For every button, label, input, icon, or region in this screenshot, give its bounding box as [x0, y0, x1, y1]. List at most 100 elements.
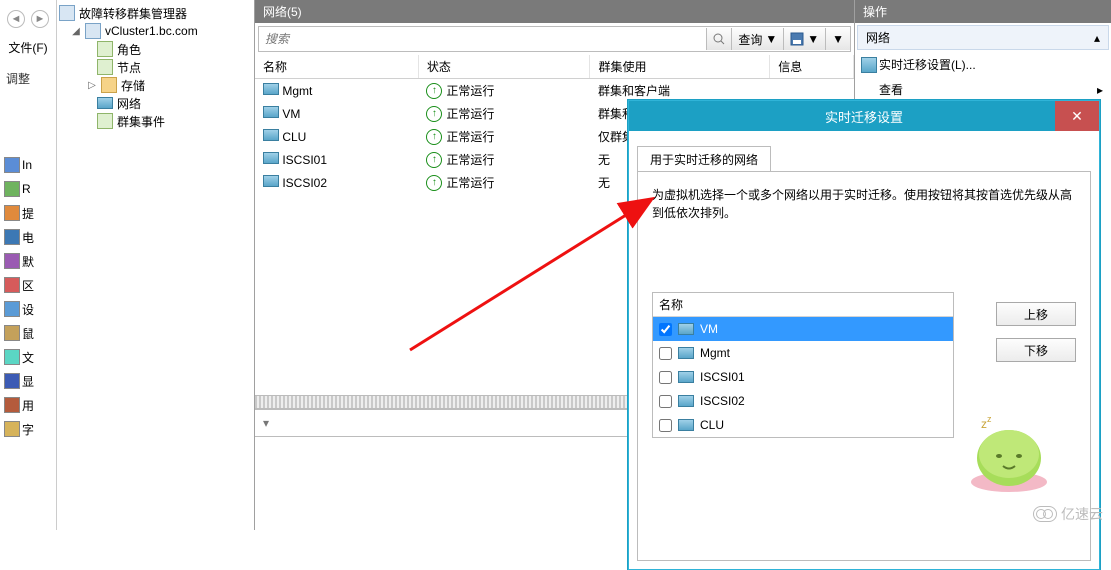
back-icon[interactable]: ◄ — [7, 10, 25, 28]
search-clear[interactable] — [706, 28, 731, 50]
forward-icon[interactable]: ► — [31, 10, 49, 28]
chevron-down-icon: ▼ — [807, 32, 819, 46]
quick-item[interactable]: In — [4, 157, 52, 173]
actions-category[interactable]: 网络 ▴ — [857, 25, 1109, 50]
quick-item[interactable]: 鼠 — [4, 325, 52, 341]
tab-networks[interactable]: 用于实时迁移的网络 — [637, 146, 771, 172]
pane-title: 网络(5) — [255, 0, 854, 23]
quick-item[interactable]: R — [4, 181, 52, 197]
events-icon — [97, 113, 113, 129]
network-icon — [263, 129, 279, 141]
quick-item[interactable]: 设 — [4, 301, 52, 317]
net-name: VM — [700, 322, 718, 336]
file-menu[interactable]: 文件(F) — [8, 39, 47, 56]
tree-root[interactable]: 故障转移群集管理器 — [59, 4, 252, 22]
col-name[interactable]: 名称 — [255, 55, 418, 79]
quick-item[interactable]: 字 — [4, 421, 52, 437]
quick-item[interactable]: 文 — [4, 349, 52, 365]
settings-icon — [861, 57, 877, 73]
chevron-right-icon: ▸ — [1097, 83, 1103, 97]
left-toolbar: ◄ ► 文件(F) 调整 In R 提 电 默 区 设 鼠 文 显 用 字 — [0, 0, 57, 530]
actions-title: 操作 — [855, 0, 1111, 23]
col-info[interactable]: 信息 — [770, 55, 854, 79]
list-item[interactable]: Mgmt — [653, 341, 953, 365]
tree-item-roles[interactable]: 角色 — [59, 40, 252, 58]
quick-item[interactable]: 提 — [4, 205, 52, 221]
list-item[interactable]: ISCSI01 — [653, 365, 953, 389]
search-input[interactable] — [259, 28, 706, 50]
list-item[interactable]: ISCSI02 — [653, 389, 953, 413]
table-row[interactable]: Mgmt↑正常运行群集和客户端 — [255, 79, 854, 103]
collapse-icon[interactable]: ◢ — [71, 26, 81, 37]
query-button[interactable]: 查询▼ — [731, 28, 783, 50]
quick-item[interactable]: 默 — [4, 253, 52, 269]
cluster-manager-icon — [59, 5, 75, 21]
status-up-icon: ↑ — [426, 152, 442, 168]
status-up-icon: ↑ — [426, 83, 442, 99]
collapse-icon[interactable]: ▴ — [1094, 31, 1100, 45]
status-up-icon: ↑ — [426, 129, 442, 145]
network-icon — [678, 371, 694, 383]
live-migration-dialog: 实时迁移设置 ✕ 用于实时迁移的网络 为虚拟机选择一个或多个网络以用于实时迁移。… — [628, 100, 1100, 570]
more-button[interactable]: ▼ — [825, 28, 850, 50]
network-icon — [263, 83, 279, 95]
network-icon — [678, 347, 694, 359]
net-checkbox[interactable] — [659, 347, 672, 360]
net-name: CLU — [700, 418, 724, 432]
dialog-title: 实时迁移设置 — [825, 107, 903, 126]
close-icon: ✕ — [1071, 108, 1083, 125]
list-item[interactable]: VM — [653, 317, 953, 341]
storage-icon — [101, 77, 117, 93]
tree-cluster[interactable]: ◢ vCluster1.bc.com — [59, 22, 252, 40]
tree-item-storage[interactable]: ▷存储 — [59, 76, 252, 94]
col-use[interactable]: 群集使用 — [590, 55, 770, 79]
list-item[interactable]: CLU — [653, 413, 953, 437]
quick-item[interactable]: 用 — [4, 397, 52, 413]
expand-icon[interactable]: ▷ — [87, 80, 97, 91]
tree-item-nodes[interactable]: 节点 — [59, 58, 252, 76]
quick-item[interactable]: 区 — [4, 277, 52, 293]
quick-launch: In R 提 电 默 区 设 鼠 文 显 用 字 — [0, 151, 56, 443]
net-checkbox[interactable] — [659, 395, 672, 408]
quick-item[interactable]: 电 — [4, 229, 52, 245]
network-icon — [678, 323, 694, 335]
quick-item[interactable]: 显 — [4, 373, 52, 389]
list-col-name[interactable]: 名称 — [653, 293, 953, 317]
close-button[interactable]: ✕ — [1055, 101, 1099, 131]
network-icon — [678, 419, 694, 431]
net-name: ISCSI02 — [700, 394, 745, 408]
net-name: Mgmt — [700, 346, 730, 360]
roles-icon — [97, 41, 113, 57]
net-checkbox[interactable] — [659, 371, 672, 384]
adjust-label[interactable]: 调整 — [0, 66, 56, 91]
action-live-migration-settings[interactable]: 实时迁移设置(L)... — [855, 52, 1111, 77]
watermark-icon — [1033, 506, 1057, 522]
tree-item-networks[interactable]: 网络 — [59, 94, 252, 112]
net-checkbox[interactable] — [659, 419, 672, 432]
cluster-icon — [85, 23, 101, 39]
tree-item-events[interactable]: 群集事件 — [59, 112, 252, 130]
nav-tree: 故障转移群集管理器 ◢ vCluster1.bc.com 角色 节点 ▷存储 网… — [57, 0, 255, 530]
dialog-title-bar[interactable]: 实时迁移设置 ✕ — [629, 101, 1099, 131]
network-icon — [678, 395, 694, 407]
move-up-button[interactable]: 上移 — [996, 302, 1076, 326]
watermark: 亿速云 — [1033, 504, 1103, 524]
action-view[interactable]: 查看 ▸ — [855, 77, 1111, 102]
network-listbox: 名称 VM Mgmt ISCSI01 ISCSI02 CLU — [652, 292, 954, 438]
move-down-button[interactable]: 下移 — [996, 338, 1076, 362]
net-checkbox[interactable] — [659, 323, 672, 336]
status-up-icon: ↑ — [426, 175, 442, 191]
net-name: ISCSI01 — [700, 370, 745, 384]
nodes-icon — [97, 59, 113, 75]
chevron-down-icon: ▼ — [765, 32, 777, 46]
network-icon — [97, 97, 113, 109]
chevron-down-icon: ▼ — [832, 32, 844, 46]
save-icon — [790, 32, 804, 46]
search-bar: 查询▼ ▼ ▼ — [258, 26, 851, 52]
save-button[interactable]: ▼ — [783, 28, 825, 50]
status-up-icon: ↑ — [426, 106, 442, 122]
network-icon — [263, 152, 279, 164]
network-icon — [263, 175, 279, 187]
dialog-description: 为虚拟机选择一个或多个网络以用于实时迁移。使用按钮将其按首选优先级从高到低依次排… — [652, 186, 1076, 222]
col-status[interactable]: 状态 — [418, 55, 590, 79]
